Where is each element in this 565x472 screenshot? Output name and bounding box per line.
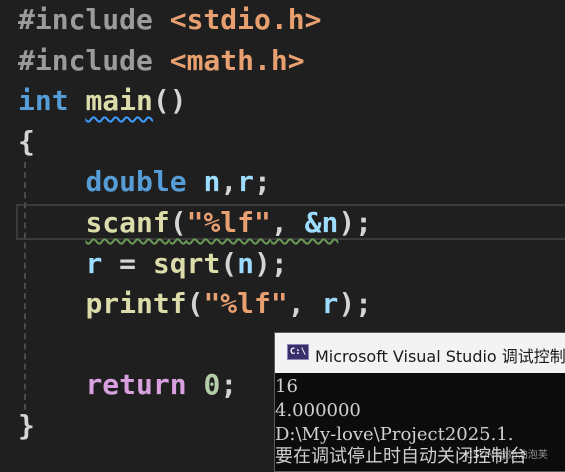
code-token: r — [85, 246, 103, 280]
code-line[interactable]: #include <stdio.h> — [18, 0, 321, 40]
code-line[interactable]: } — [18, 406, 35, 446]
code-token: = — [102, 246, 153, 280]
code-token: ); — [338, 287, 373, 321]
code-token: 0 — [203, 368, 221, 402]
code-token: } — [18, 409, 35, 442]
code-token: int — [18, 84, 69, 118]
console-titlebar[interactable]: C:\ Microsoft Visual Studio 调试控制台 — [275, 333, 565, 373]
code-token: , — [220, 165, 238, 199]
code-token: scanf — [85, 206, 170, 239]
code-token: n — [203, 165, 221, 199]
code-token: ( — [169, 206, 187, 239]
code-token: sqrt — [152, 246, 221, 280]
code-token: ; — [254, 165, 271, 199]
console-output-line: 4.000000 — [275, 400, 361, 421]
code-token: main — [85, 84, 153, 118]
code-token: ( — [220, 246, 238, 280]
code-token: #include — [18, 43, 153, 77]
code-token: #include — [18, 3, 153, 36]
console-title: Microsoft Visual Studio 调试控制台 — [315, 347, 565, 366]
code-line[interactable]: printf("%lf", r); — [18, 284, 372, 324]
code-token: &n — [304, 206, 339, 239]
code-token: <stdio.h> — [169, 3, 322, 36]
code-line[interactable]: return 0; — [18, 365, 237, 405]
code-line[interactable]: #include <math.h> — [18, 41, 305, 81]
code-line[interactable]: int main() — [18, 81, 187, 121]
console-output-line: 16 — [275, 376, 298, 397]
code-token: ); — [338, 206, 373, 239]
code-token: "%lf" — [186, 206, 271, 239]
code-token: () — [152, 84, 187, 118]
console-output-line: D:\My-love\Project2025.1. — [275, 424, 514, 445]
code-line[interactable]: { — [18, 122, 35, 162]
code-token: { — [18, 124, 35, 158]
console-app-icon: C:\ — [287, 344, 309, 360]
code-token: printf — [85, 287, 187, 321]
code-token: return — [85, 368, 187, 402]
code-line[interactable]: r = sqrt(n); — [18, 244, 288, 284]
code-token: ( — [186, 287, 204, 321]
code-line[interactable]: double n,r; — [18, 162, 271, 202]
code-token: , — [287, 287, 322, 321]
code-token: r — [321, 287, 339, 321]
code-token: n — [237, 246, 255, 280]
watermark: CSDN @奶油泡芙 — [466, 450, 548, 461]
code-token: "%lf" — [203, 287, 288, 321]
code-token: r — [237, 165, 255, 199]
code-token: double — [85, 165, 187, 199]
code-line[interactable]: scanf("%lf", &n); — [18, 203, 372, 243]
code-token: , — [270, 206, 305, 239]
code-token: ); — [254, 246, 288, 280]
code-token: ; — [220, 368, 238, 402]
code-token: <math.h> — [169, 43, 305, 77]
